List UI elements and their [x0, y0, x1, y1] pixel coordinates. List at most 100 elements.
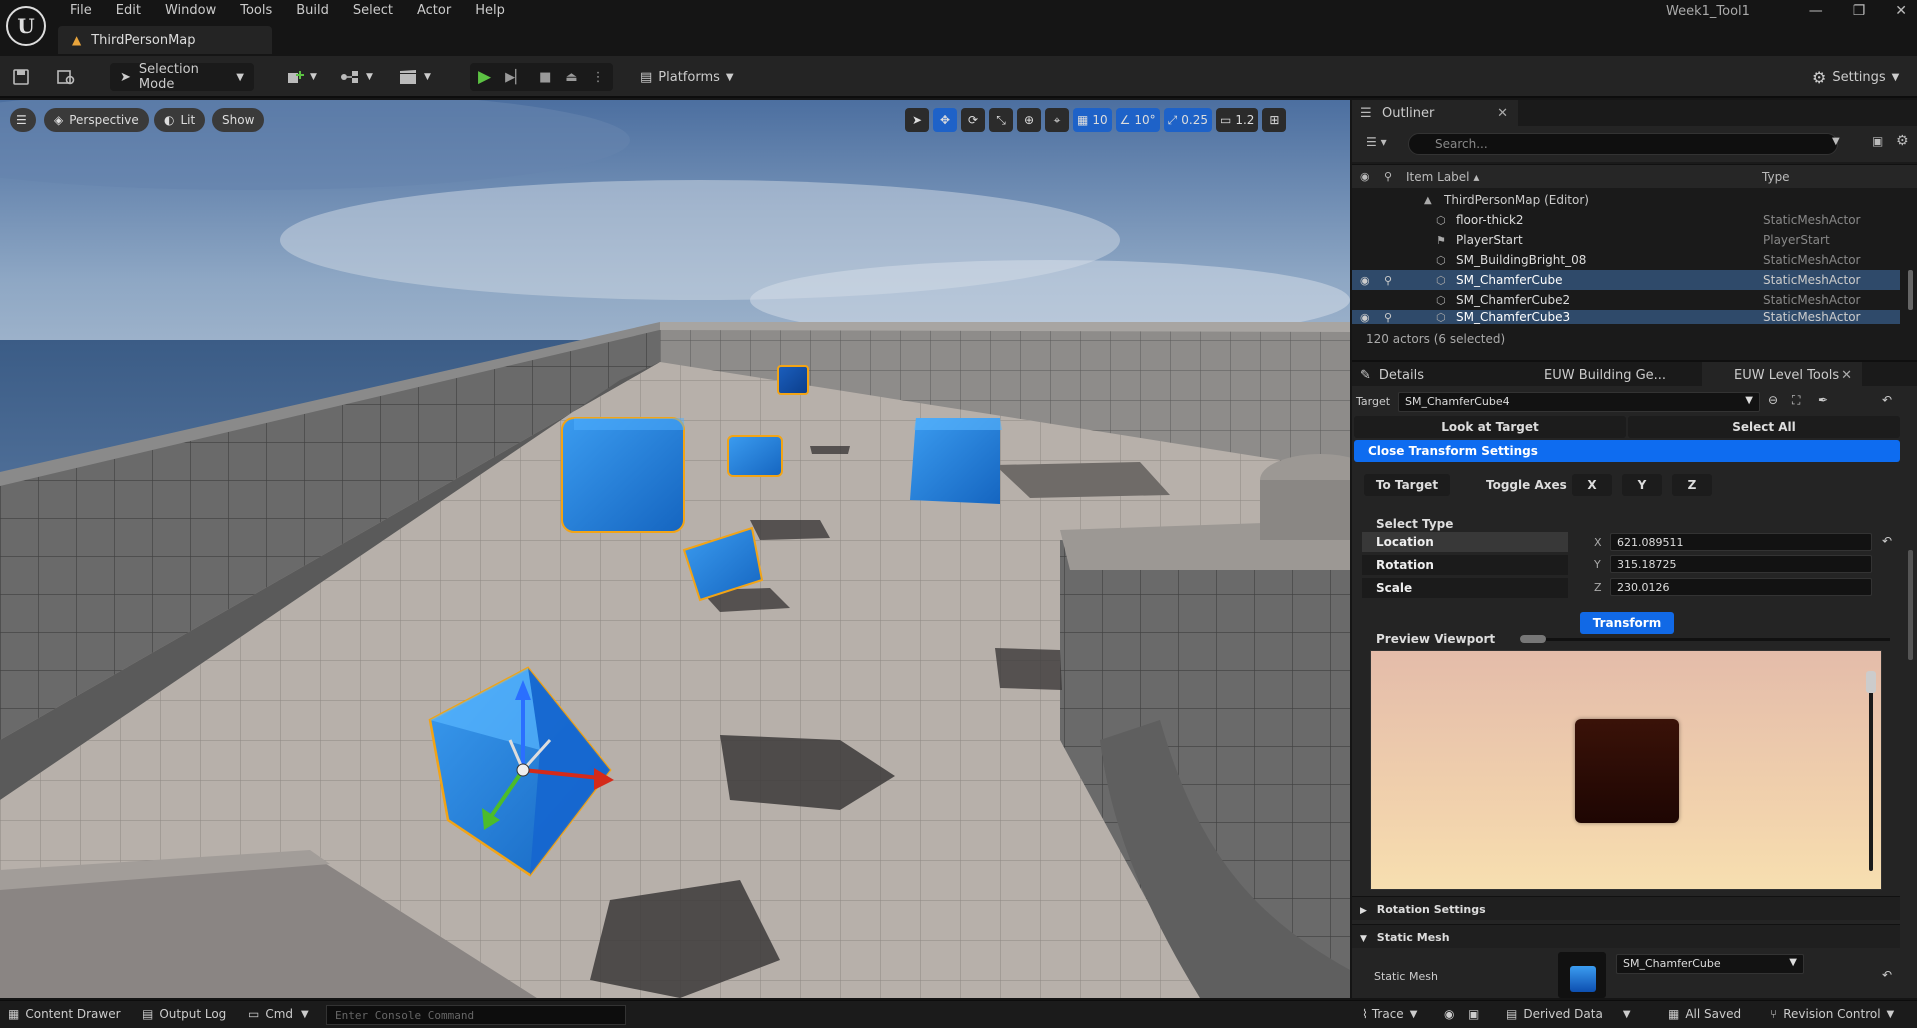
outliner-row[interactable]: ⬡ floor-thick2 StaticMeshActor — [1352, 210, 1900, 230]
rotation-snap-toggle[interactable]: ∠ 10° — [1115, 108, 1160, 132]
browse-icon[interactable] — [56, 63, 76, 91]
target-fit-icon[interactable]: ⛶ — [1792, 393, 1800, 408]
preview-viewport[interactable] — [1370, 650, 1882, 890]
close-tab-icon[interactable]: ✕ — [1841, 368, 1852, 383]
add-actor-button[interactable]: ▼ — [286, 63, 317, 91]
tab-details[interactable]: ✎ Details — [1352, 362, 1512, 388]
surface-snap-icon[interactable]: ⌖ — [1045, 108, 1069, 132]
layout-icon[interactable]: ⊞ — [1262, 108, 1287, 132]
location-z-input[interactable]: 230.0126 — [1610, 578, 1872, 596]
preview-scrollbar-handle[interactable] — [1866, 671, 1876, 693]
cmd-dropdown[interactable]: ▭ Cmd ▼ — [248, 1007, 309, 1021]
cinematics-button[interactable]: ▼ — [398, 63, 431, 91]
pin-icon[interactable]: ⚲ — [1384, 170, 1392, 183]
chevron-down-icon[interactable]: ▼ — [1832, 136, 1840, 147]
static-mesh-thumbnail[interactable] — [1558, 952, 1606, 998]
menu-tools[interactable]: Tools — [228, 0, 284, 24]
world-space-icon[interactable]: ⊕ — [1017, 108, 1041, 132]
rotation-settings-section[interactable]: ▶ Rotation Settings — [1352, 896, 1900, 920]
trace-dropdown[interactable]: ⌇ Trace ▼ — [1362, 1007, 1417, 1021]
select-tool-icon[interactable]: ➤ — [905, 108, 929, 132]
preview-zoom-slider-handle[interactable] — [1520, 635, 1546, 643]
preview-zoom-slider[interactable] — [1520, 635, 1890, 643]
menu-help[interactable]: Help — [463, 0, 517, 24]
close-transform-settings-button[interactable]: Close Transform Settings — [1354, 440, 1900, 462]
minimize-icon[interactable]: — — [1809, 3, 1823, 19]
details-scrollbar[interactable] — [1908, 550, 1913, 660]
more-vertical-icon[interactable]: ⋮ — [592, 70, 605, 85]
column-type[interactable]: Type — [1762, 170, 1790, 184]
platforms-dropdown[interactable]: ▤ Platforms ▼ — [640, 63, 734, 91]
outliner-row-selected[interactable]: ◉ ⚲ ⬡ SM_ChamferCube3 StaticMeshActor — [1352, 310, 1900, 324]
close-icon[interactable]: ✕ — [1895, 3, 1907, 19]
record-icon[interactable]: ◉ — [1444, 1007, 1454, 1021]
output-log-button[interactable]: ▤ Output Log — [142, 1007, 226, 1021]
unreal-logo-icon[interactable]: U — [6, 6, 46, 46]
lit-button[interactable]: ◐ Lit — [154, 108, 206, 132]
rotate-tool-icon[interactable]: ⟳ — [961, 108, 985, 132]
location-y-input[interactable]: 315.18725 — [1610, 555, 1872, 573]
viewport-scene[interactable] — [0, 100, 1350, 998]
settings-dropdown[interactable]: ⚙ Settings ▼ — [1812, 63, 1899, 91]
visibility-icon[interactable]: ◉ — [1360, 170, 1370, 183]
outliner-search-input[interactable]: Search... — [1408, 133, 1838, 155]
translate-tool-icon[interactable]: ✥ — [933, 108, 957, 132]
eject-icon[interactable]: ⏏ — [565, 70, 577, 85]
preview-scrollbar[interactable] — [1869, 671, 1873, 871]
tab-euw-level-tools[interactable]: EUW Level Tools ✕ — [1702, 362, 1862, 388]
outliner-row[interactable]: ⬡ SM_BuildingBright_08 StaticMeshActor — [1352, 250, 1900, 270]
derived-data-dropdown[interactable]: ▤ Derived Data ▼ — [1506, 1007, 1631, 1021]
visibility-icon[interactable]: ◉ — [1360, 311, 1370, 324]
transform-button[interactable]: Transform — [1580, 612, 1674, 634]
pin-icon[interactable]: ⚲ — [1384, 274, 1392, 287]
tab-outliner[interactable]: ☰ Outliner ✕ — [1352, 100, 1518, 126]
all-saved-button[interactable]: ▦ All Saved — [1668, 1007, 1741, 1021]
restore-icon[interactable]: ❐ — [1853, 3, 1866, 19]
static-mesh-section[interactable]: ▼ Static Mesh — [1352, 924, 1900, 948]
scale-snap-toggle[interactable]: ⤢ 0.25 — [1163, 108, 1212, 132]
scale-tool-icon[interactable]: ⤡ — [989, 108, 1013, 132]
axis-y-toggle[interactable]: Y — [1622, 474, 1662, 496]
visibility-icon[interactable]: ◉ — [1360, 274, 1370, 287]
save-icon[interactable] — [12, 63, 30, 91]
menu-window[interactable]: Window — [153, 0, 228, 24]
select-type-scale[interactable]: Scale — [1362, 578, 1568, 598]
eyedropper-icon[interactable]: ✒ — [1818, 393, 1828, 407]
screenshot-icon[interactable]: ▣ — [1468, 1007, 1479, 1021]
console-command-input[interactable]: Enter Console Command — [326, 1005, 626, 1025]
select-all-button[interactable]: Select All — [1628, 416, 1900, 438]
menu-select[interactable]: Select — [341, 0, 405, 24]
perspective-button[interactable]: ◈ Perspective — [44, 108, 149, 132]
outliner-scrollbar[interactable] — [1908, 270, 1913, 310]
content-drawer-button[interactable]: ▦ Content Drawer — [8, 1007, 121, 1021]
reset-arrow-icon[interactable]: ↶ — [1882, 393, 1892, 407]
play-icon[interactable]: ▶ — [478, 67, 491, 87]
step-icon[interactable]: ▶▏ — [505, 70, 525, 85]
location-x-input[interactable]: 621.089511 — [1610, 533, 1872, 551]
reset-arrow-icon[interactable]: ↶ — [1882, 968, 1892, 982]
stop-icon[interactable]: ■ — [539, 70, 551, 85]
add-folder-icon[interactable]: ▣ — [1872, 134, 1883, 148]
look-at-target-button[interactable]: Look at Target — [1354, 416, 1626, 438]
outliner-row[interactable]: ⚑ PlayerStart PlayerStart — [1352, 230, 1900, 250]
menu-file[interactable]: File — [58, 0, 104, 24]
to-target-button[interactable]: To Target — [1364, 474, 1450, 496]
gear-icon[interactable]: ⚙ — [1896, 133, 1909, 149]
viewport-menu-icon[interactable]: ☰ — [10, 108, 36, 132]
blueprint-button[interactable]: ▼ — [340, 63, 373, 91]
level-viewport[interactable]: ☰ ◈ Perspective ◐ Lit Show ➤ ✥ ⟳ ⤡ ⊕ ⌖ ▦… — [0, 100, 1350, 998]
select-type-location[interactable]: Location — [1362, 532, 1568, 552]
grid-snap-toggle[interactable]: ▦ 10 — [1073, 108, 1112, 132]
pin-icon[interactable]: ⚲ — [1384, 311, 1392, 324]
outliner-root-row[interactable]: ▲ ThirdPersonMap (Editor) — [1352, 190, 1900, 210]
camera-speed-button[interactable]: ▭ 1.2 — [1216, 108, 1259, 132]
filter-icon[interactable]: ☰ ▾ — [1366, 135, 1387, 149]
menu-build[interactable]: Build — [284, 0, 341, 24]
tab-euw-building[interactable]: EUW Building Ge... — [1536, 362, 1696, 388]
menu-actor[interactable]: Actor — [405, 0, 463, 24]
target-dropdown[interactable]: SM_ChamferCube4 ▼ — [1398, 392, 1760, 412]
target-reset-icon[interactable]: ⊖ — [1768, 393, 1778, 407]
static-mesh-dropdown[interactable]: SM_ChamferCube ▼ — [1616, 954, 1804, 974]
close-tab-icon[interactable]: ✕ — [1497, 106, 1508, 121]
show-button[interactable]: Show — [212, 108, 265, 132]
